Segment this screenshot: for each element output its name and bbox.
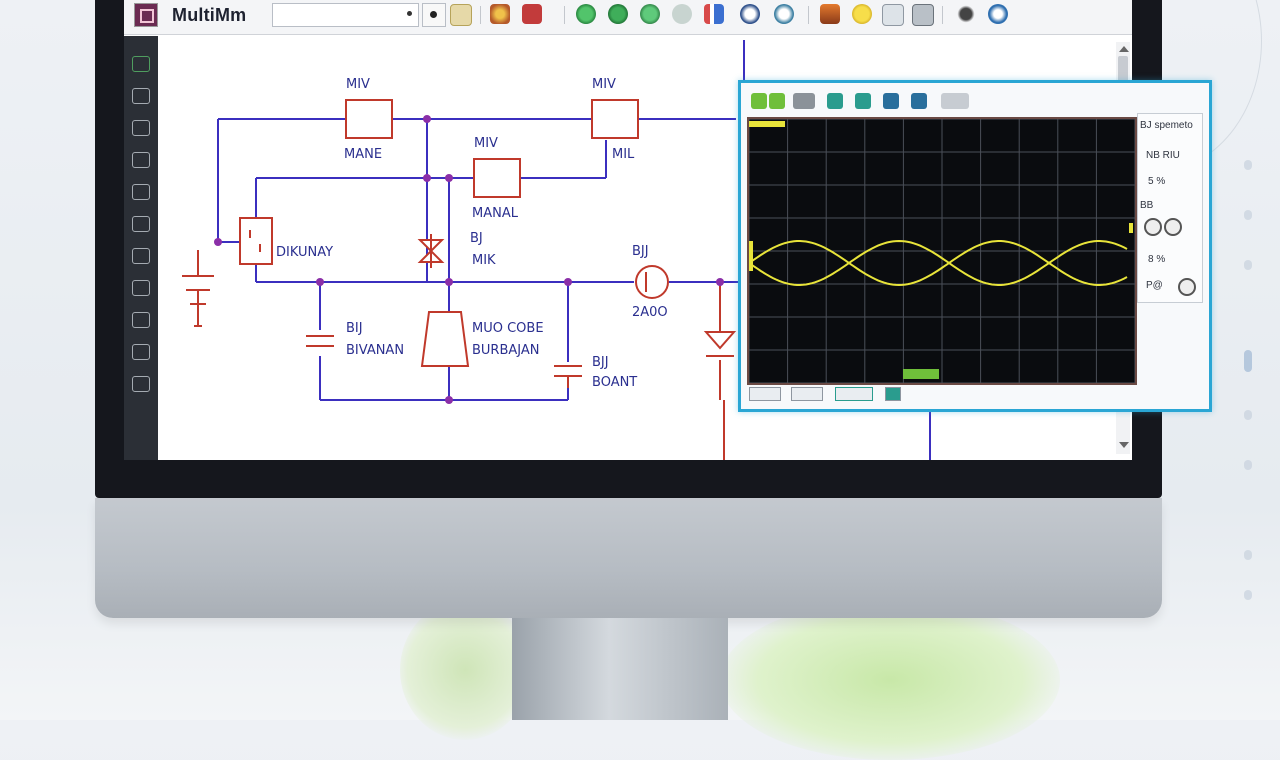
- schematic-label: MIK: [472, 253, 496, 268]
- panel-row: NB RIU: [1146, 150, 1180, 161]
- resistor-r3: [473, 158, 521, 198]
- schematic-label: MANE: [344, 147, 382, 162]
- position-field[interactable]: [835, 387, 873, 401]
- junction-dot: [423, 115, 431, 123]
- components: [182, 99, 737, 388]
- junction-dot: [445, 396, 453, 404]
- schematic-label: BJJ: [592, 355, 609, 370]
- scope-more-icon[interactable]: [941, 93, 969, 109]
- ic-u1: [239, 217, 273, 265]
- scroll-down-icon[interactable]: [1119, 442, 1129, 448]
- panel-title: BJ spemeto: [1140, 120, 1193, 131]
- junction-dot: [423, 174, 431, 182]
- trigger-marker: [749, 121, 785, 127]
- schematic-label: MIV: [592, 77, 616, 92]
- monitor-stand: [512, 618, 728, 720]
- junction-dot: [564, 278, 572, 286]
- scope-trigger-icon[interactable]: [883, 93, 899, 109]
- trace-channel-b: [748, 239, 1128, 286]
- channel-knob[interactable]: [1144, 218, 1162, 236]
- oscilloscope-display[interactable]: [747, 117, 1137, 385]
- capacitor-c1: [306, 335, 334, 347]
- trigger-level-field[interactable]: [885, 387, 901, 401]
- oscilloscope-plot: [748, 118, 1136, 384]
- panel-row: 5 %: [1148, 176, 1166, 187]
- junction-dot: [316, 278, 324, 286]
- junction-dot: [445, 174, 453, 182]
- trigger-knob[interactable]: [1178, 278, 1196, 296]
- status-readout: [903, 369, 939, 379]
- scope-export-icon[interactable]: [911, 93, 927, 109]
- schematic-label: BJ: [470, 231, 483, 246]
- amplifier: [420, 311, 470, 367]
- schematic-label: DIKUNAY: [276, 245, 333, 260]
- resistor-r2: [591, 99, 639, 139]
- panel-row: P@: [1146, 280, 1163, 291]
- panel-row: BB: [1140, 200, 1154, 211]
- schematic-label: BIJ: [346, 321, 363, 336]
- trace-channel-a: [748, 240, 1128, 287]
- junction-dot: [716, 278, 724, 286]
- scope-channel-b-icon[interactable]: [855, 93, 871, 109]
- junction-dot: [214, 238, 222, 246]
- scope-stop-icon[interactable]: [769, 93, 785, 109]
- level-marker-left: [749, 241, 753, 271]
- scale-field[interactable]: [791, 387, 823, 401]
- diode-d1: [703, 331, 737, 350]
- scroll-up-icon[interactable]: [1119, 46, 1129, 52]
- source-v1: [635, 265, 669, 299]
- resistor-r1: [345, 99, 393, 139]
- background-blob-right: [720, 600, 1060, 760]
- schematic-label: BIVANAN: [346, 343, 404, 358]
- background-blob-left: [400, 600, 530, 740]
- schematic-label: MANAL: [472, 206, 519, 221]
- level-marker-right: [1129, 223, 1133, 233]
- oscilloscope-bottom-bar: [749, 385, 1129, 403]
- monitor-chin: [95, 498, 1162, 618]
- scope-channel-a-icon[interactable]: [827, 93, 843, 109]
- schematic-label: MIL: [612, 147, 635, 162]
- ground-symbol: [182, 275, 214, 327]
- oscilloscope-window[interactable]: BJ spemeto NB RIU 5 % BB 8 % P@: [738, 80, 1212, 412]
- junction-dot: [445, 278, 453, 286]
- oscilloscope-control-panel: BJ spemeto NB RIU 5 % BB 8 % P@: [1137, 113, 1203, 303]
- schematic-label: MUO COBE: [472, 321, 544, 336]
- schematic-label: MIV: [474, 136, 498, 151]
- schematic-label: BOANT: [592, 375, 637, 390]
- panel-row: 8 %: [1148, 254, 1166, 265]
- timebase-field[interactable]: [749, 387, 781, 401]
- schematic-label: 2A0O: [632, 305, 668, 320]
- schematic-label: BJJ: [632, 244, 649, 259]
- scope-run-icon[interactable]: [751, 93, 767, 109]
- capacitor-c2: [554, 365, 582, 388]
- scroll-thumb[interactable]: [1118, 56, 1128, 82]
- schematic-label: MIV: [346, 77, 370, 92]
- schematic-label: BURBAJAN: [472, 343, 540, 358]
- side-decoration: [1240, 150, 1260, 620]
- oscilloscope-grid: [748, 118, 1136, 384]
- scope-settings-icon[interactable]: [793, 93, 815, 109]
- oscilloscope-toolbar: [751, 91, 971, 113]
- channel-knob[interactable]: [1164, 218, 1182, 236]
